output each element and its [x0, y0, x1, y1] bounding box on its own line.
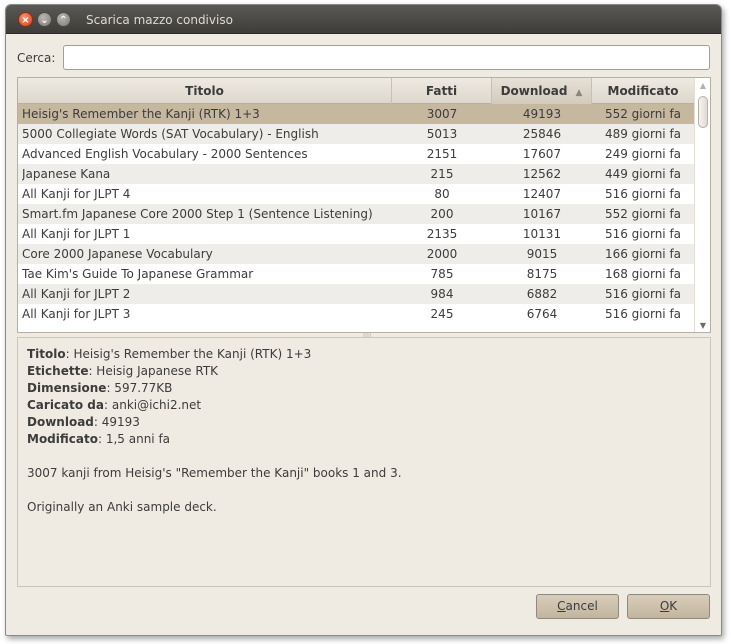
cell-facts: 2151 — [426, 147, 458, 161]
table-header: Titolo Fatti Download ▲ Modificato — [18, 78, 694, 104]
cell-title: 5000 Collegiate Words (SAT Vocabulary) -… — [22, 127, 319, 141]
minimize-icon[interactable]: ⌄ — [37, 12, 52, 27]
table-row[interactable]: All Kanji for JLPT 1 2135 10131 516 giorni … — [18, 224, 694, 244]
cell-downloads: 12407 — [522, 187, 562, 201]
detail-downloads: Download: 49193 — [27, 415, 140, 429]
cell-modified: 249 giorni fa — [604, 147, 682, 161]
cell-downloads: 6764 — [526, 307, 558, 321]
cell-downloads: 10167 — [522, 207, 562, 221]
cell-title: All Kanji for JLPT 3 — [22, 307, 131, 321]
detail-uploader: Caricato da: anki@ichi2.net — [27, 398, 202, 412]
cell-facts: 3007 — [426, 107, 458, 121]
table-row[interactable]: Japanese Kana 215 12562 449 giorni fa — [18, 164, 694, 184]
cell-downloads: 49193 — [522, 107, 562, 121]
maximize-icon[interactable]: ⌃ — [56, 12, 71, 27]
window-title: Scarica mazzo condiviso — [86, 13, 233, 27]
column-header-modified[interactable]: Modificato — [592, 78, 694, 104]
cell-modified: 552 giorni fa — [604, 107, 682, 121]
vertical-scrollbar[interactable]: ▲ ▼ — [694, 78, 710, 332]
scrollbar-thumb[interactable] — [698, 96, 708, 128]
dialog-window: × ⌄ ⌃ Scarica mazzo condiviso Cerca: Tit… — [5, 4, 722, 636]
table-row[interactable]: All Kanji for JLPT 3 245 6764 516 giorni fa — [18, 304, 694, 324]
cell-modified: 516 giorni fa — [604, 187, 682, 201]
cell-title: Japanese Kana — [22, 167, 111, 181]
cell-modified: 516 giorni fa — [604, 227, 682, 241]
cell-title: Smart.fm Japanese Core 2000 Step 1 (Sent… — [22, 207, 373, 221]
cell-downloads: 6882 — [526, 287, 558, 301]
cell-facts: 215 — [430, 167, 454, 181]
scroll-down-icon[interactable]: ▼ — [695, 321, 710, 330]
search-input[interactable] — [63, 45, 710, 70]
cell-facts: 2000 — [426, 247, 458, 261]
deck-details-panel: Titolo: Heisig's Remember the Kanji (RTK… — [17, 337, 711, 587]
cell-modified: 166 giorni fa — [604, 247, 682, 261]
cancel-button[interactable]: Cancel — [536, 594, 619, 619]
cell-title: All Kanji for JLPT 4 — [22, 187, 131, 201]
search-label: Cerca: — [17, 51, 56, 65]
cell-modified: 516 giorni fa — [604, 287, 682, 301]
title-bar[interactable]: × ⌄ ⌃ Scarica mazzo condiviso — [6, 5, 721, 34]
table-row[interactable]: Tae Kim's Guide To Japanese Grammar 785 81… — [18, 264, 694, 284]
cell-facts: 785 — [430, 267, 454, 281]
cell-facts: 200 — [430, 207, 454, 221]
cell-title: All Kanji for JLPT 2 — [22, 287, 131, 301]
cell-downloads: 12562 — [522, 167, 562, 181]
cell-title: Tae Kim's Guide To Japanese Grammar — [22, 267, 254, 281]
cell-modified: 449 giorni fa — [604, 167, 682, 181]
cell-downloads: 17607 — [522, 147, 562, 161]
detail-title: Titolo: Heisig's Remember the Kanji (RTK… — [27, 347, 312, 361]
cell-modified: 168 giorni fa — [604, 267, 682, 281]
cell-downloads: 10131 — [522, 227, 562, 241]
detail-modified: Modificato: 1,5 anni fa — [27, 432, 171, 446]
table-row[interactable]: Core 2000 Japanese Vocabulary 2000 9015 166… — [18, 244, 694, 264]
cell-modified: 516 giorni fa — [604, 307, 682, 321]
cell-facts: 2135 — [426, 227, 458, 241]
close-icon[interactable]: × — [18, 12, 33, 27]
table-row[interactable]: Smart.fm Japanese Core 2000 Step 1 (Sent… — [18, 204, 694, 224]
deck-list: Titolo Fatti Download ▲ Modificato Heisig… — [17, 77, 711, 333]
cell-downloads: 9015 — [526, 247, 558, 261]
detail-note: Originally an Anki sample deck. — [27, 500, 217, 514]
detail-tags: Etichette: Heisig Japanese RTK — [27, 364, 219, 378]
cell-title: Heisig's Remember the Kanji (RTK) 1+3 — [22, 107, 260, 121]
column-header-title[interactable]: Titolo — [18, 78, 392, 104]
column-header-downloads[interactable]: Download ▲ — [492, 78, 592, 104]
cell-title: Core 2000 Japanese Vocabulary — [22, 247, 213, 261]
table-row[interactable]: All Kanji for JLPT 4 80 12407 516 giorni fa — [18, 184, 694, 204]
cell-title: All Kanji for JLPT 1 — [22, 227, 131, 241]
scroll-up-icon[interactable]: ▲ — [695, 81, 710, 90]
ok-button[interactable]: OK — [627, 594, 710, 619]
detail-size: Dimensione: 597.77KB — [27, 381, 173, 395]
table-row[interactable]: All Kanji for JLPT 2 984 6882 516 giorni fa — [18, 284, 694, 304]
table-body: Heisig's Remember the Kanji (RTK) 1+3 300… — [18, 104, 694, 324]
cell-title: Advanced English Vocabulary - 2000 Sente… — [22, 147, 308, 161]
table-row[interactable]: Advanced English Vocabulary - 2000 Sente… — [18, 144, 694, 164]
cell-downloads: 8175 — [526, 267, 558, 281]
cell-facts: 984 — [430, 287, 454, 301]
cell-downloads: 25846 — [522, 127, 562, 141]
column-header-facts[interactable]: Fatti — [392, 78, 492, 104]
cell-modified: 552 giorni fa — [604, 207, 682, 221]
cell-facts: 245 — [430, 307, 454, 321]
cell-modified: 489 giorni fa — [604, 127, 682, 141]
cell-facts: 5013 — [426, 127, 458, 141]
table-row[interactable]: Heisig's Remember the Kanji (RTK) 1+3 300… — [18, 104, 694, 124]
table-row[interactable]: 5000 Collegiate Words (SAT Vocabulary) -… — [18, 124, 694, 144]
sort-ascending-icon: ▲ — [575, 88, 583, 98]
detail-description: 3007 kanji from Heisig's "Remember the K… — [27, 466, 402, 480]
cell-facts: 80 — [434, 187, 450, 201]
